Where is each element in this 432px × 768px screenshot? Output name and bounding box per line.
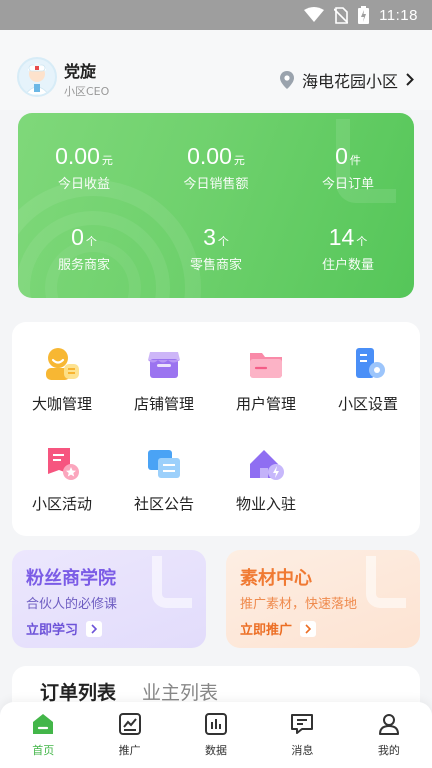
stat-value: 0	[335, 143, 348, 169]
promo-title: 素材中心	[240, 568, 312, 589]
stat-today-income[interactable]: 0.00 元 今日收益	[18, 143, 150, 192]
stat-value: 0.00	[187, 143, 232, 169]
promo-watermark	[152, 556, 192, 608]
stat-label: 今日收益	[57, 177, 110, 192]
chevron-right-icon	[406, 71, 414, 90]
stat-label: 零售商家	[189, 258, 242, 273]
stats-card: 0.00 元 今日收益 0.00 元 今日销售额 0件 今日订单 0个 服务商家 3…	[18, 113, 414, 298]
menu-grid: 大咖管理 店铺管理 用户管理 小区设置 小区活动 社区公告 物业入驻	[12, 322, 420, 536]
activity-icon	[48, 448, 79, 480]
status-time: 11:18	[379, 6, 418, 24]
stat-label: 今日销售额	[183, 177, 249, 192]
stat-value: 0	[71, 224, 84, 250]
stat-unit: 个	[85, 235, 97, 248]
stat-unit: 元	[233, 154, 245, 167]
chevron-right-icon	[300, 620, 317, 637]
community-selector[interactable]: 海电花园小区	[279, 68, 414, 92]
battery-charging-icon	[358, 6, 370, 24]
menu-item-store[interactable]: 店铺管理	[114, 344, 214, 414]
status-bar: 11:18	[0, 0, 432, 30]
user-name: 党旋	[64, 62, 97, 81]
nav-label: 消息	[291, 744, 314, 757]
promo-watermark	[366, 556, 406, 608]
menu-item-property[interactable]: 物业入驻	[216, 444, 316, 514]
stat-value: 14	[328, 224, 355, 250]
stat-unit: 件	[349, 154, 361, 167]
user-folder-icon	[250, 353, 282, 378]
promo-card-academy[interactable]: 粉丝商学院 合伙人的必修课 立即学习	[12, 550, 206, 648]
menu-item-vip-manager[interactable]: 大咖管理	[12, 344, 112, 414]
stat-label: 今日订单	[321, 177, 374, 192]
stat-value: 0.00	[55, 143, 100, 169]
menu-label: 物业入驻	[235, 495, 296, 513]
menu-item-community-settings[interactable]: 小区设置	[318, 344, 418, 414]
nav-label: 数据	[205, 744, 228, 757]
stat-value: 3	[203, 224, 216, 250]
user-role: 小区CEO	[64, 85, 110, 98]
stat-label: 服务商家	[57, 258, 110, 273]
menu-label: 店铺管理	[133, 395, 194, 413]
store-icon	[148, 352, 180, 378]
promo-title: 粉丝商学院	[26, 568, 116, 589]
message-icon	[291, 714, 314, 734]
property-home-icon	[250, 450, 284, 480]
nav-profile[interactable]: 我的	[346, 702, 432, 768]
stat-today-orders[interactable]: 0件 今日订单	[282, 143, 414, 192]
nav-messages[interactable]: 消息	[259, 702, 345, 768]
bottom-nav: 首页 推广 数据 消息 我的	[0, 702, 432, 768]
tab-order-list[interactable]: 订单列表	[40, 678, 116, 705]
menu-item-activity[interactable]: 小区活动	[12, 444, 112, 514]
promo-desc: 合伙人的必修课	[26, 597, 118, 612]
wifi-icon	[304, 7, 325, 23]
announcement-icon	[148, 450, 180, 478]
chevron-right-icon	[86, 620, 103, 637]
vip-manager-icon	[46, 348, 79, 380]
promo-desc: 推广素材，快速落地	[240, 597, 358, 612]
nav-label: 推广	[118, 744, 141, 757]
menu-label: 社区公告	[133, 495, 194, 513]
menu-label: 小区设置	[337, 395, 398, 413]
header: 党旋 小区CEO 海电花园小区	[0, 30, 432, 110]
stat-residents[interactable]: 14 个 住户数量	[282, 224, 414, 273]
stat-unit: 元	[101, 154, 113, 167]
nav-promote[interactable]: 推广	[86, 702, 172, 768]
menu-item-users[interactable]: 用户管理	[216, 344, 316, 414]
community-name: 海电花园小区	[301, 72, 398, 91]
promo-card-materials[interactable]: 素材中心 推广素材，快速落地 立即推广	[226, 550, 420, 648]
nav-data[interactable]: 数据	[173, 702, 259, 768]
community-settings-icon	[356, 348, 385, 378]
nav-home[interactable]: 首页	[0, 702, 86, 768]
stat-retail-merchants[interactable]: 3个 零售商家	[150, 224, 282, 273]
avatar[interactable]	[17, 57, 57, 97]
promote-icon	[118, 713, 141, 735]
stat-unit: 个	[356, 235, 368, 248]
promote-now-button[interactable]: 立即推广	[240, 619, 317, 638]
stat-unit: 个	[217, 235, 229, 248]
button-label: 立即推广	[240, 623, 293, 638]
profile-icon	[378, 714, 399, 735]
no-sim-icon	[334, 6, 349, 24]
menu-item-announcement[interactable]: 社区公告	[114, 444, 214, 514]
nav-label: 首页	[32, 744, 55, 757]
location-pin-icon	[279, 71, 294, 89]
stat-today-sales[interactable]: 0.00 元 今日销售额	[150, 143, 282, 192]
nav-label: 我的	[377, 744, 400, 757]
learn-now-button[interactable]: 立即学习	[26, 619, 103, 638]
tab-owner-list[interactable]: 业主列表	[142, 678, 218, 705]
button-label: 立即学习	[26, 623, 79, 638]
stat-service-merchants[interactable]: 0个 服务商家	[18, 224, 150, 273]
data-icon	[205, 713, 228, 735]
stat-label: 住户数量	[321, 258, 374, 273]
menu-label: 用户管理	[235, 395, 296, 413]
menu-label: 小区活动	[31, 495, 92, 513]
home-icon	[33, 714, 54, 734]
menu-label: 大咖管理	[31, 395, 92, 413]
